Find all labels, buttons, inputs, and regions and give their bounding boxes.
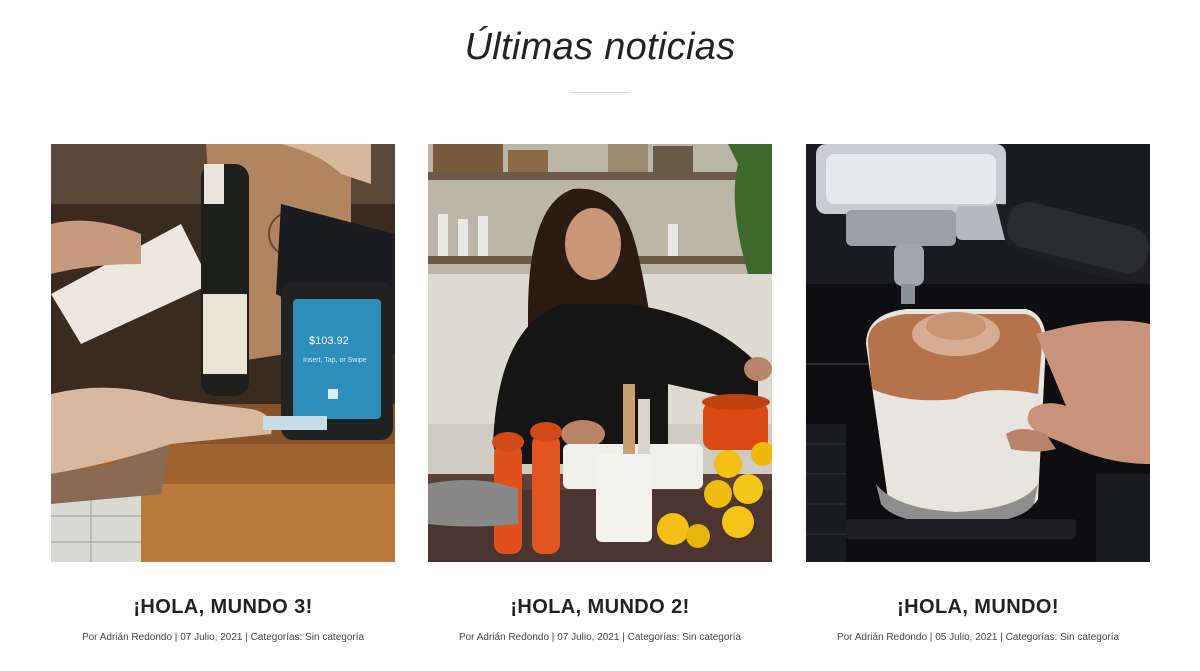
post-title-link[interactable]: ¡HOLA, MUNDO 3! xyxy=(51,596,395,619)
meta-separator: | xyxy=(929,632,933,643)
meta-separator: | xyxy=(622,632,625,643)
post-card: ¡HOLA, MUNDO! Por Adrián Redondo | 05 Ju… xyxy=(806,144,1150,643)
categories-label: Categorías: xyxy=(1005,632,1058,643)
payment-terminal-image: $103.92 Insert, Tap, or Swipe xyxy=(51,144,395,562)
espresso-coffee-image xyxy=(806,144,1150,562)
post-date: 05 Julio, 2021 xyxy=(935,632,998,643)
categories-label: Categorías: xyxy=(250,632,303,643)
meta-prefix: Por xyxy=(81,632,98,643)
author-link[interactable]: Adrián Redondo xyxy=(855,632,927,643)
post-title-link[interactable]: ¡HOLA, MUNDO 2! xyxy=(428,596,772,619)
post-thumbnail-payment[interactable]: $103.92 Insert, Tap, or Swipe xyxy=(51,144,395,562)
categories-label: Categorías: xyxy=(627,632,680,643)
post-meta: Por Adrián Redondo | 07 Julio, 2021 | Ca… xyxy=(428,632,772,643)
post-card: $103.92 Insert, Tap, or Swipe ¡HOLA, MUN… xyxy=(51,144,395,643)
terminal-amount-text: $103.92 xyxy=(309,335,349,347)
post-date: 07 Julio, 2021 xyxy=(557,632,620,643)
category-link[interactable]: Sin categoría xyxy=(1060,632,1119,643)
meta-prefix: Por xyxy=(836,632,853,643)
author-link[interactable]: Adrián Redondo xyxy=(477,632,549,643)
latest-news-section: Últimas noticias $103.92 Insert, Tap, or… xyxy=(0,0,1200,671)
post-meta: Por Adrián Redondo | 05 Julio, 2021 | Ca… xyxy=(806,632,1150,643)
post-date: 07 Julio, 2021 xyxy=(180,632,243,643)
post-title-link[interactable]: ¡HOLA, MUNDO! xyxy=(806,596,1150,619)
meta-prefix: Por xyxy=(458,632,475,643)
post-thumbnail-kitchen[interactable] xyxy=(428,144,772,562)
meta-separator: | xyxy=(551,632,555,643)
meta-separator: | xyxy=(1000,632,1003,643)
kitchen-woman-image xyxy=(428,144,772,562)
section-title: Últimas noticias xyxy=(464,26,736,68)
terminal-instruction-text: Insert, Tap, or Swipe xyxy=(303,357,367,364)
post-thumbnail-coffee[interactable] xyxy=(806,144,1150,562)
category-link[interactable]: Sin categoría xyxy=(682,632,741,643)
post-meta: Por Adrián Redondo | 07 Julio, 2021 | Ca… xyxy=(51,632,395,643)
title-divider xyxy=(570,92,630,93)
author-link[interactable]: Adrián Redondo xyxy=(100,632,172,643)
meta-separator: | xyxy=(174,632,178,643)
category-link[interactable]: Sin categoría xyxy=(305,632,364,643)
post-card: ¡HOLA, MUNDO 2! Por Adrián Redondo | 07 … xyxy=(428,144,772,643)
meta-separator: | xyxy=(245,632,248,643)
